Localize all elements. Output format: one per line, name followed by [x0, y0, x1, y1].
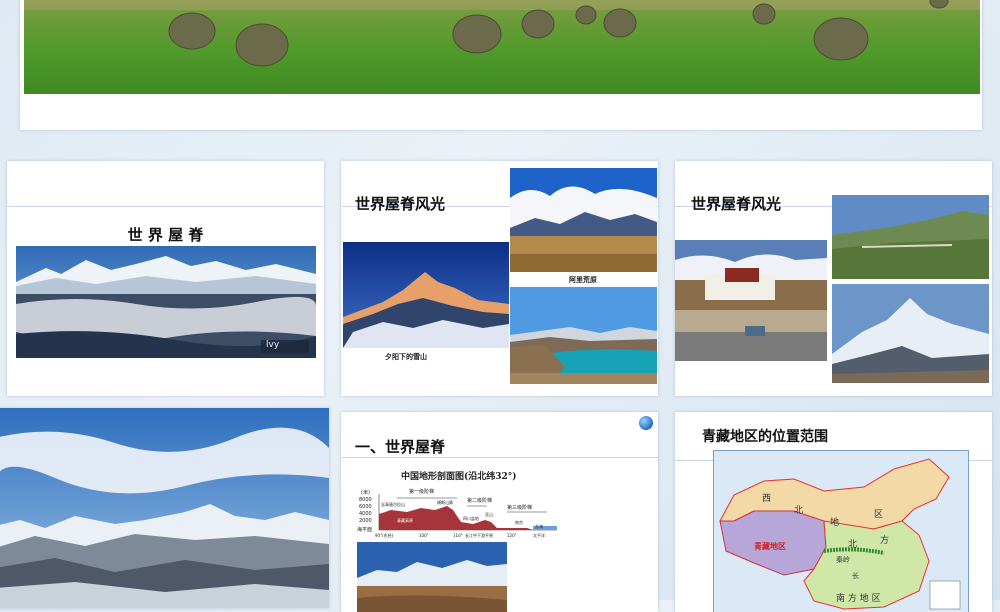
y-tick: 4000 [359, 511, 372, 517]
x-tick: 长江中下游平原 [465, 533, 493, 538]
y-tick: 2000 [359, 518, 372, 524]
slide-thumbnail-1[interactable] [20, 0, 982, 130]
stage3-label: 第三级阶梯 [507, 505, 533, 511]
y-tick: 海平面 [357, 527, 373, 533]
slide-title: 世 界 屋 脊 [127, 226, 204, 244]
x-tick: 120° [507, 533, 517, 538]
x-tick: 110° [453, 533, 463, 538]
y-tick: 8000 [359, 497, 372, 503]
sea-label: 太平洋 [533, 533, 545, 538]
china-regions-map: 西 北 地 区 青藏地区 北 方 秦岭 长 南 方 地 区 [713, 450, 969, 612]
lake-mountain-photo [510, 287, 657, 384]
x-tick: 100° [419, 533, 429, 538]
plateau-mountains-photo [357, 542, 507, 612]
slide-thumbnail-4[interactable]: 世界屋脊风光 [675, 161, 992, 396]
profile-label: 四川盆地 [463, 516, 479, 521]
header-rule [341, 457, 658, 458]
potala-palace-photo [675, 240, 827, 361]
profile-chart-title: 中国地形剖面图(沿北纬32°) [401, 472, 517, 482]
x-tick: 90°(东经) [375, 533, 394, 538]
slide-thumbnail-3[interactable]: 世界屋脊风光 阿里荒原 夕阳下的雪山 [341, 161, 658, 396]
hay-field-photo [24, 0, 980, 94]
map-label: 秦岭 [836, 556, 850, 564]
slide-title: 世界屋脊风光 [691, 195, 782, 213]
slide-title: 世界屋脊风光 [355, 195, 446, 213]
slide-thumbnail-2[interactable]: 世 界 屋 脊 lvy [7, 161, 324, 396]
everest-peak-photo [832, 284, 989, 383]
map-label: 北 [794, 506, 804, 516]
ali-wilderness-photo [510, 168, 657, 272]
header-rule [7, 206, 324, 207]
slide-thumbnail-5[interactable] [0, 408, 329, 608]
map-label: 地 [830, 518, 840, 528]
stage1-label: 第一级阶梯 [409, 489, 435, 495]
ali-caption: 阿里荒原 [569, 275, 597, 284]
terrain-profile-chart: 第一级阶梯 第二级阶梯 第三级阶梯 (米) 8000 6000 4000 200… [357, 486, 557, 546]
map-label: 区 [874, 510, 884, 520]
map-label: 长 [852, 572, 859, 580]
map-label: 南 方 地 区 [836, 594, 881, 604]
x-tick: 东海 [535, 524, 543, 529]
profile-label: 巫山 [485, 512, 493, 517]
plateau-railway-photo [832, 195, 989, 279]
map-label: 北 [848, 540, 858, 550]
sunset-caption: 夕阳下的雪山 [385, 352, 427, 361]
himalaya-clouds-photo: lvy [16, 246, 316, 358]
profile-label: 南京 [515, 520, 523, 525]
profile-label: 横断山脉 [437, 500, 453, 505]
logo-watermark: lvy [266, 340, 280, 350]
map-label: 西 [762, 494, 772, 504]
y-unit-label: (米) [361, 490, 370, 496]
y-tick: 6000 [359, 504, 372, 510]
sunset-snow-mountain-photo [343, 242, 509, 348]
globe-icon [639, 416, 653, 430]
slide-title: 一、世界屋脊 [355, 438, 446, 456]
stage2-label: 第二级阶梯 [467, 498, 493, 504]
profile-label: 青藏高原 [397, 518, 413, 523]
slide-thumbnail-7[interactable]: 青藏地区的位置范围 西 北 地 区 青藏地区 北 方 秦岭 长 南 方 地 区 [675, 412, 992, 612]
slide-thumbnail-6[interactable]: 一、世界屋脊 中国地形剖面图(沿北纬32°) 第一级阶梯 第二级阶梯 第三级阶梯… [341, 412, 658, 612]
everest-panorama-photo [0, 408, 329, 608]
profile-label: 念青唐古拉山 [381, 502, 405, 507]
map-label: 方 [880, 536, 890, 546]
map-label-qingzang: 青藏地区 [754, 542, 786, 551]
slide-title: 青藏地区的位置范围 [702, 429, 828, 445]
